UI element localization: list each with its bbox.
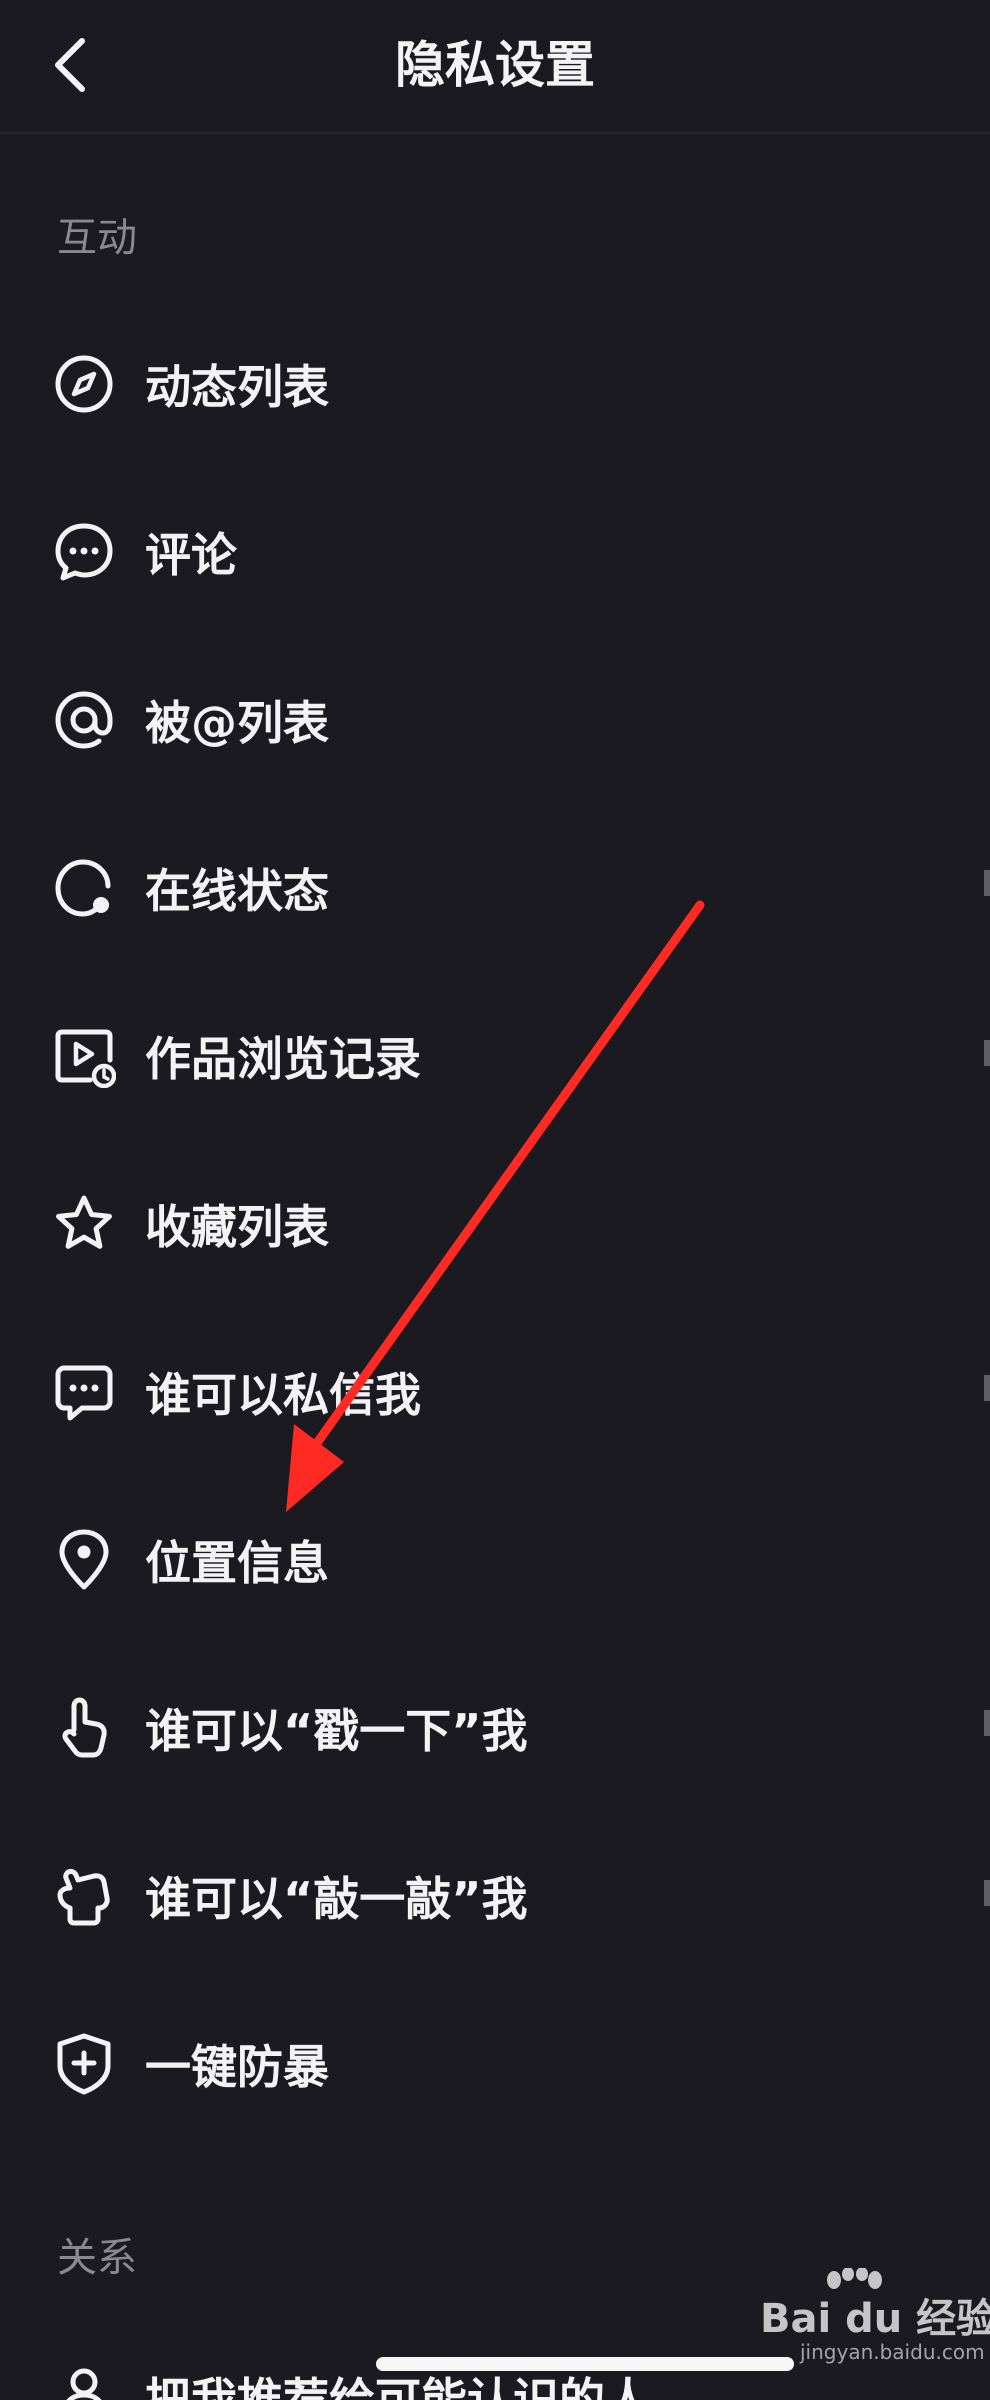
list-item-poke[interactable]: 谁可以“戳一下”我 [0,1644,990,1812]
scroll-edge-mark [984,1710,990,1736]
list-item-label: 谁可以“戳一下”我 [145,1704,528,1758]
person-icon [60,2366,108,2400]
list-item-favorites[interactable]: 收藏列表 [0,1140,990,1308]
list-item-knock[interactable]: 谁可以“敲一敲”我 [0,1812,990,1980]
list-item-label: 评论 [145,528,237,582]
shield-plus-icon [52,2032,116,2096]
comment-icon [52,520,116,584]
poke-hand-icon [52,1696,116,1760]
list-item-view-history[interactable]: 作品浏览记录 [0,972,990,1140]
online-status-icon [52,856,116,920]
list-item-mentions[interactable]: 被@列表 [0,636,990,804]
list-item-label: 谁可以私信我 [145,1368,421,1422]
star-icon [52,1192,116,1256]
list-item-label: 位置信息 [145,1536,329,1590]
message-icon [52,1360,116,1424]
list-item-label: 在线状态 [145,864,329,918]
watermark-text: Bai du 经验 [760,2296,990,2342]
scroll-edge-mark [984,870,990,896]
list-item-location[interactable]: 位置信息 [0,1476,990,1644]
page-title: 隐私设置 [395,36,595,94]
list-item-label: 动态列表 [145,360,329,414]
location-pin-icon [52,1528,116,1592]
at-icon [52,688,116,752]
compass-icon [52,352,116,416]
home-indicator[interactable] [376,2357,794,2371]
list-item-comments[interactable]: 评论 [0,468,990,636]
list-item-label: 作品浏览记录 [145,1032,421,1086]
section-label-interaction: 互动 [57,215,137,261]
video-history-icon [52,1024,116,1088]
list-item-anti-harassment[interactable]: 一键防暴 [0,1980,990,2148]
scroll-edge-mark [984,1040,990,1066]
knock-hand-icon [52,1864,116,1928]
section-label-relationship: 关系 [57,2235,137,2281]
scroll-edge-mark [984,1880,990,1906]
list-item-online-status[interactable]: 在线状态 [0,804,990,972]
watermark-url: jingyan.baidu.com [800,2340,985,2364]
scroll-edge-mark [984,1375,990,1401]
list-item-label: 被@列表 [145,696,329,750]
list-item-label: 一键防暴 [145,2040,329,2094]
header-bar: 隐私设置 [0,0,990,134]
list-item-feed[interactable]: 动态列表 [0,300,990,468]
list-item-label: 谁可以“敲一敲”我 [145,1872,528,1926]
list-item-direct-messages[interactable]: 谁可以私信我 [0,1308,990,1476]
list-item-label: 收藏列表 [145,1200,329,1254]
